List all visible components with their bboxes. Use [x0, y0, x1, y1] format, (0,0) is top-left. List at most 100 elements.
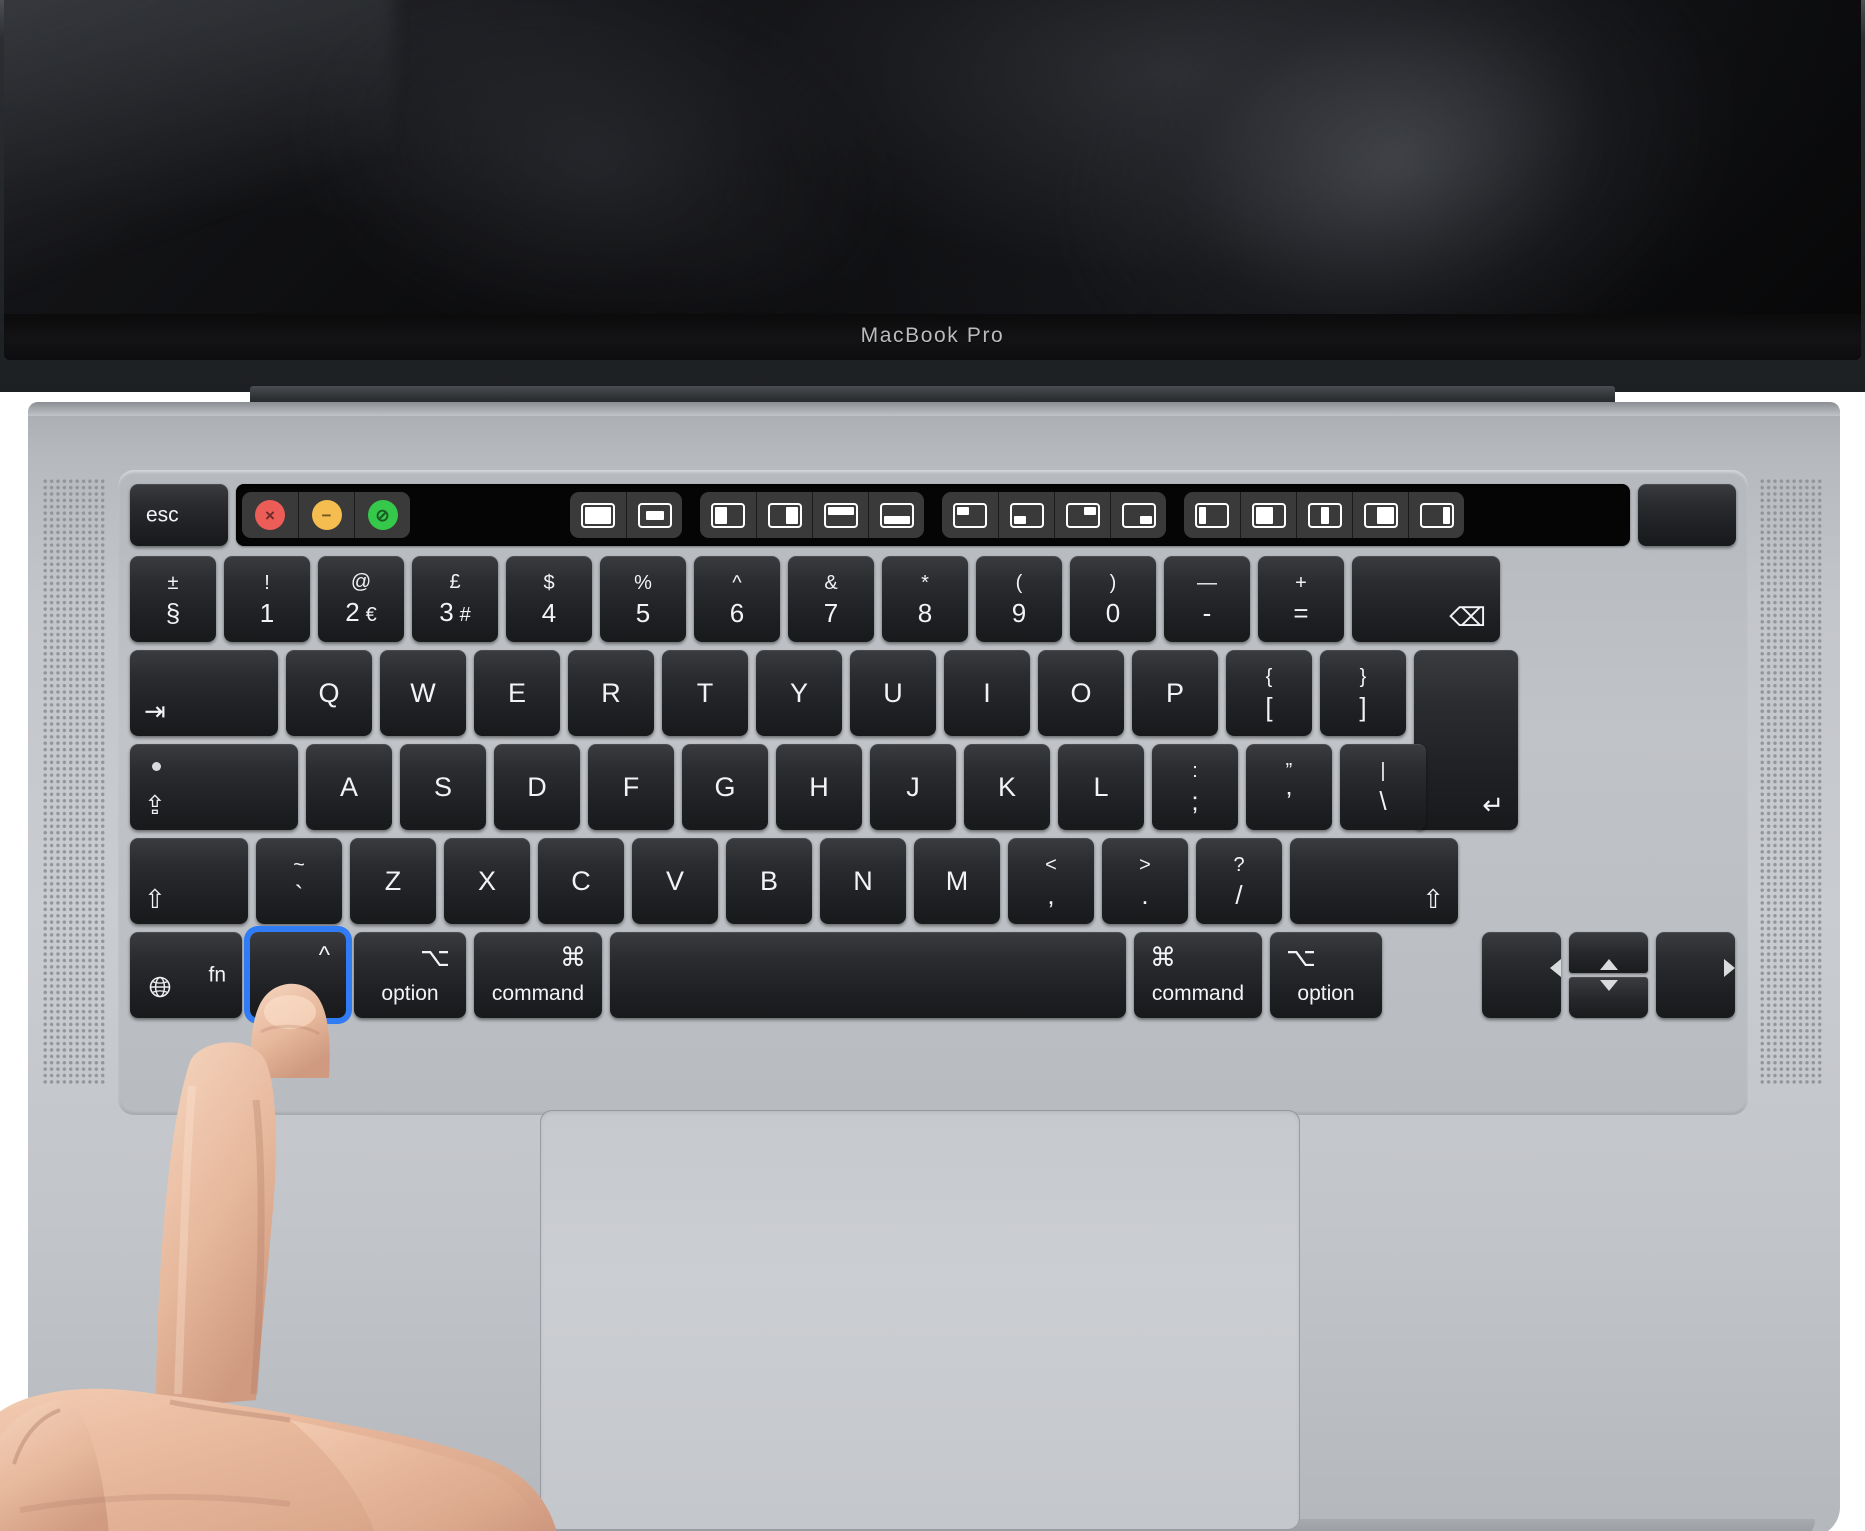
key-m[interactable]: M	[914, 838, 1000, 924]
tile-top-right-quarter-button[interactable]	[1054, 492, 1110, 538]
key-minus[interactable]: — -	[1164, 556, 1250, 642]
key-q[interactable]: Q	[286, 650, 372, 736]
key-2[interactable]: @ 2 €	[318, 556, 404, 642]
tile-center-window-button[interactable]	[626, 492, 682, 538]
tile-bottom-right-quarter-button[interactable]	[1110, 492, 1166, 538]
display-bezel: MacBook Pro	[4, 0, 1861, 360]
key-command-right[interactable]: ⌘ command	[1134, 932, 1262, 1018]
key-5[interactable]: % 5	[600, 556, 686, 642]
key-h[interactable]: H	[776, 744, 862, 830]
key-shift-left[interactable]: ⇧	[130, 838, 248, 924]
key-option-right[interactable]: ⌥ option	[1270, 932, 1382, 1018]
touch-bar-group-quarters[interactable]	[942, 492, 1166, 538]
key-p[interactable]: P	[1132, 650, 1218, 736]
key-space[interactable]	[610, 932, 1126, 1018]
key-d[interactable]: D	[494, 744, 580, 830]
key-o[interactable]: O	[1038, 650, 1124, 736]
key-l[interactable]: L	[1058, 744, 1144, 830]
key-option-left[interactable]: ⌥ option	[354, 932, 466, 1018]
right-narrow-icon	[1419, 502, 1454, 528]
close-window-button[interactable]: ×	[242, 492, 298, 538]
key-backslash[interactable]: | \	[1340, 744, 1426, 830]
key-n[interactable]: N	[820, 838, 906, 924]
key-delete[interactable]: ⌫	[1352, 556, 1500, 642]
key-w[interactable]: W	[380, 650, 466, 736]
key-k[interactable]: K	[964, 744, 1050, 830]
touch-bar[interactable]: × − ⊘	[236, 484, 1630, 546]
tile-left-narrow-button[interactable]	[1184, 492, 1240, 538]
tile-center-column-button[interactable]	[1296, 492, 1352, 538]
key-i[interactable]: I	[944, 650, 1030, 736]
key-8[interactable]: * 8	[882, 556, 968, 642]
key-t[interactable]: T	[662, 650, 748, 736]
touch-bar-group-size[interactable]	[570, 492, 682, 538]
key-period[interactable]: > .	[1102, 838, 1188, 924]
key-7[interactable]: & 7	[788, 556, 874, 642]
key-equals[interactable]: + =	[1258, 556, 1344, 642]
control-caret-icon: ^	[318, 942, 330, 969]
key-slash[interactable]: ? /	[1196, 838, 1282, 924]
left-half-icon	[711, 502, 745, 528]
key-arrow-right[interactable]	[1656, 932, 1735, 1018]
key-tab[interactable]: ⇥	[130, 650, 278, 736]
key-r[interactable]: R	[568, 650, 654, 736]
key-9[interactable]: ( 9	[976, 556, 1062, 642]
key-1[interactable]: ! 1	[224, 556, 310, 642]
touch-bar-window-controls[interactable]: × − ⊘	[242, 492, 410, 538]
key-c[interactable]: C	[538, 838, 624, 924]
key-4[interactable]: $ 4	[506, 556, 592, 642]
fullscreen-icon: ⊘	[367, 500, 398, 530]
tile-top-half-button[interactable]	[812, 492, 868, 538]
key-j[interactable]: J	[870, 744, 956, 830]
key-6[interactable]: ^ 6	[694, 556, 780, 642]
key-esc[interactable]: esc	[130, 484, 228, 546]
key-return[interactable]: ↵	[1414, 650, 1518, 830]
key-command-left[interactable]: ⌘ command	[474, 932, 602, 1018]
key-period-bottom: .	[1141, 879, 1149, 910]
tile-fill-screen-button[interactable]	[570, 492, 626, 538]
key-tilde[interactable]: ~ `	[256, 838, 342, 924]
trackpad[interactable]	[540, 1110, 1300, 1530]
key-comma[interactable]: < ,	[1008, 838, 1094, 924]
tile-bottom-half-button[interactable]	[868, 492, 924, 538]
key-arrow-down[interactable]	[1569, 977, 1648, 1018]
key-x[interactable]: X	[444, 838, 530, 924]
key-control[interactable]: ^	[250, 932, 346, 1018]
key-f[interactable]: F	[588, 744, 674, 830]
minimize-window-button[interactable]: −	[298, 492, 354, 538]
key-y[interactable]: Y	[756, 650, 842, 736]
key-s[interactable]: S	[400, 744, 486, 830]
key-0[interactable]: ) 0	[1070, 556, 1156, 642]
tile-right-narrow-button[interactable]	[1408, 492, 1464, 538]
body-top-edge	[28, 402, 1840, 416]
fullscreen-window-button[interactable]: ⊘	[354, 492, 410, 538]
key-g[interactable]: G	[682, 744, 768, 830]
key-shift-right[interactable]: ⇧	[1290, 838, 1458, 924]
tile-right-wide-button[interactable]	[1352, 492, 1408, 538]
key-e[interactable]: E	[474, 650, 560, 736]
left-wide-icon	[1251, 502, 1286, 528]
key-v[interactable]: V	[632, 838, 718, 924]
key-a[interactable]: A	[306, 744, 392, 830]
tile-top-left-quarter-button[interactable]	[942, 492, 998, 538]
key-bracket-right[interactable]: } ]	[1320, 650, 1406, 736]
tile-right-half-button[interactable]	[756, 492, 812, 538]
key-bracket-left[interactable]: { [	[1226, 650, 1312, 736]
touch-bar-group-arrangements[interactable]	[1184, 492, 1464, 538]
tile-left-half-button[interactable]	[700, 492, 756, 538]
key-semicolon[interactable]: : ;	[1152, 744, 1238, 830]
key-3[interactable]: £ 3 #	[412, 556, 498, 642]
touch-bar-group-halves[interactable]	[700, 492, 924, 538]
key-quote[interactable]: ” ’	[1246, 744, 1332, 830]
tile-left-wide-button[interactable]	[1240, 492, 1296, 538]
key-section[interactable]: ± §	[130, 556, 216, 642]
key-arrow-up[interactable]	[1569, 932, 1648, 973]
key-fn-globe[interactable]: fn	[130, 932, 242, 1018]
key-caps-lock[interactable]: ⇪	[130, 744, 298, 830]
key-b[interactable]: B	[726, 838, 812, 924]
key-arrow-left[interactable]	[1482, 932, 1561, 1018]
key-z[interactable]: Z	[350, 838, 436, 924]
tile-bottom-left-quarter-button[interactable]	[998, 492, 1054, 538]
key-u[interactable]: U	[850, 650, 936, 736]
key-touchid[interactable]	[1638, 484, 1736, 546]
